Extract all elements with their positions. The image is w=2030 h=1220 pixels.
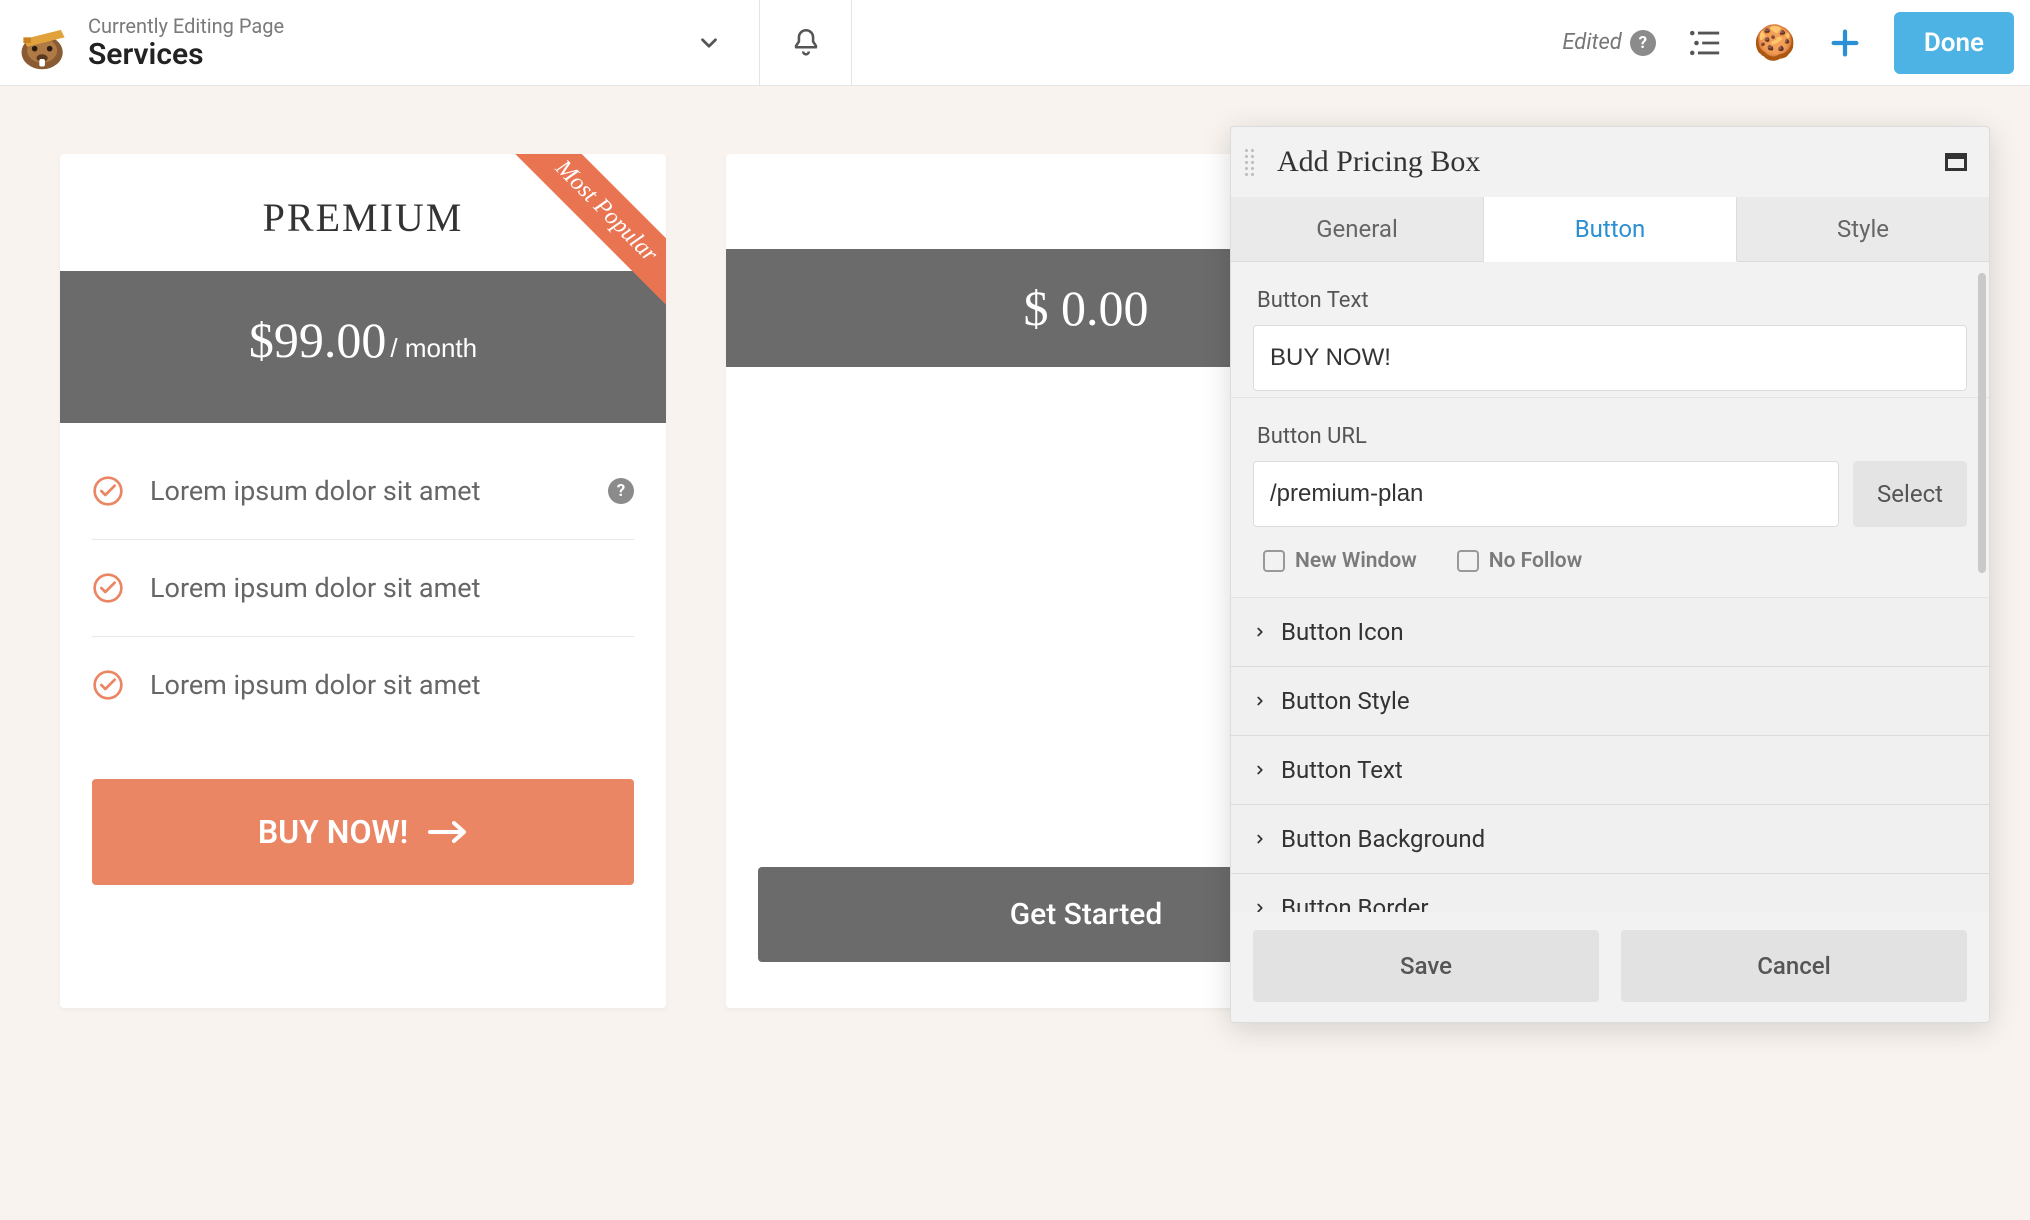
accordion-button-background[interactable]: Button Background: [1231, 804, 1989, 874]
beaver-logo-icon: [14, 13, 74, 73]
accordion-button-text[interactable]: Button Text: [1231, 735, 1989, 805]
accordion-label: Button Icon: [1281, 618, 1404, 646]
tab-button[interactable]: Button: [1484, 197, 1737, 262]
panel-scrollbar[interactable]: [1978, 273, 1986, 573]
page-info: Currently Editing Page Services: [88, 14, 675, 71]
price-band: $99.00 / month: [60, 271, 666, 423]
panel-footer: Save Cancel: [1231, 912, 1989, 1022]
chevron-right-icon: [1253, 901, 1267, 912]
drag-handle-icon[interactable]: [1245, 149, 1263, 176]
check-circle-icon: [92, 572, 124, 604]
assistant-button[interactable]: 🍪: [1754, 22, 1796, 64]
price-amount: $ 0.00: [1024, 280, 1149, 336]
help-icon[interactable]: ?: [1630, 30, 1656, 56]
add-content-button[interactable]: [1824, 22, 1866, 64]
url-options: New Window No Follow: [1263, 549, 1967, 573]
chevron-right-icon: [1253, 832, 1267, 846]
tab-style[interactable]: Style: [1737, 197, 1989, 261]
save-button[interactable]: Save: [1253, 930, 1599, 1002]
edited-status: Edited ?: [1562, 30, 1655, 56]
bell-icon: [789, 26, 823, 60]
field-button-text: Button Text: [1231, 262, 1989, 398]
feature-text: Lorem ipsum dolor sit amet: [150, 572, 480, 604]
checkbox-icon: [1457, 550, 1479, 572]
check-circle-icon: [92, 475, 124, 507]
no-follow-label: No Follow: [1489, 549, 1582, 573]
chevron-right-icon: [1253, 763, 1267, 777]
accordion-label: Button Style: [1281, 687, 1410, 715]
accordion-button-style[interactable]: Button Style: [1231, 666, 1989, 736]
field-button-url: Button URL Select New Window No Follow: [1231, 398, 1989, 598]
outline-icon: [1688, 28, 1722, 58]
new-window-label: New Window: [1295, 549, 1417, 573]
button-text-input[interactable]: [1253, 325, 1967, 391]
page-dropdown-button[interactable]: [689, 23, 729, 63]
topbar-right: Edited ? 🍪 Done: [852, 0, 2030, 85]
help-icon[interactable]: ?: [608, 478, 634, 504]
accordion-label: Button Background: [1281, 825, 1485, 853]
accordion-label: Button Border: [1281, 894, 1429, 912]
edited-label: Edited: [1562, 30, 1621, 55]
notifications-button[interactable]: [760, 0, 852, 85]
chevron-down-icon: [696, 30, 722, 56]
check-circle-icon: [92, 669, 124, 701]
topbar: Currently Editing Page Services Edited ?…: [0, 0, 2030, 86]
panel-header[interactable]: Add Pricing Box: [1231, 127, 1989, 197]
feature-text: Lorem ipsum dolor sit amet: [150, 669, 480, 701]
price-amount: $99.00: [249, 312, 387, 368]
chevron-right-icon: [1253, 694, 1267, 708]
get-started-label: Get Started: [1010, 897, 1163, 932]
checkbox-icon: [1263, 550, 1285, 572]
button-url-label: Button URL: [1257, 424, 1967, 449]
feature-item: Lorem ipsum dolor sit amet ?: [92, 443, 634, 540]
button-text-label: Button Text: [1257, 288, 1967, 313]
no-follow-checkbox[interactable]: No Follow: [1457, 549, 1582, 573]
buy-now-button[interactable]: BUY NOW!: [92, 779, 634, 885]
editing-status-label: Currently Editing Page: [88, 14, 675, 38]
topbar-left: Currently Editing Page Services: [0, 0, 760, 85]
tab-general[interactable]: General: [1231, 197, 1484, 261]
settings-panel: Add Pricing Box General Button Style But…: [1230, 126, 1990, 1023]
cancel-button[interactable]: Cancel: [1621, 930, 1967, 1002]
page-title: Services: [88, 38, 675, 71]
accordion-button-border[interactable]: Button Border: [1231, 873, 1989, 912]
accordion-button-icon[interactable]: Button Icon: [1231, 597, 1989, 667]
select-url-button[interactable]: Select: [1853, 461, 1967, 527]
button-url-input[interactable]: [1253, 461, 1839, 527]
panel-title: Add Pricing Box: [1277, 145, 1945, 179]
feature-text: Lorem ipsum dolor sit amet: [150, 475, 480, 507]
expand-window-icon[interactable]: [1945, 153, 1967, 171]
chevron-right-icon: [1253, 625, 1267, 639]
accordion-label: Button Text: [1281, 756, 1403, 784]
buy-now-label: BUY NOW!: [258, 813, 408, 851]
arrow-right-icon: [428, 819, 468, 845]
panel-tabs: General Button Style: [1231, 197, 1989, 262]
feature-item: Lorem ipsum dolor sit amet: [92, 637, 634, 733]
new-window-checkbox[interactable]: New Window: [1263, 549, 1417, 573]
outline-button[interactable]: [1684, 22, 1726, 64]
card-footer: BUY NOW!: [60, 733, 666, 931]
done-button[interactable]: Done: [1894, 12, 2014, 74]
panel-body: Button Text Button URL Select New Window…: [1231, 262, 1989, 1022]
price-period: / month: [390, 333, 477, 363]
feature-item: Lorem ipsum dolor sit amet: [92, 540, 634, 637]
cookie-icon: 🍪: [1754, 23, 1796, 63]
pricing-card-premium[interactable]: Most Popular PREMIUM $99.00 / month Lore…: [60, 154, 666, 1008]
plus-icon: [1828, 26, 1862, 60]
feature-list: Lorem ipsum dolor sit amet ? Lorem ipsum…: [60, 423, 666, 733]
